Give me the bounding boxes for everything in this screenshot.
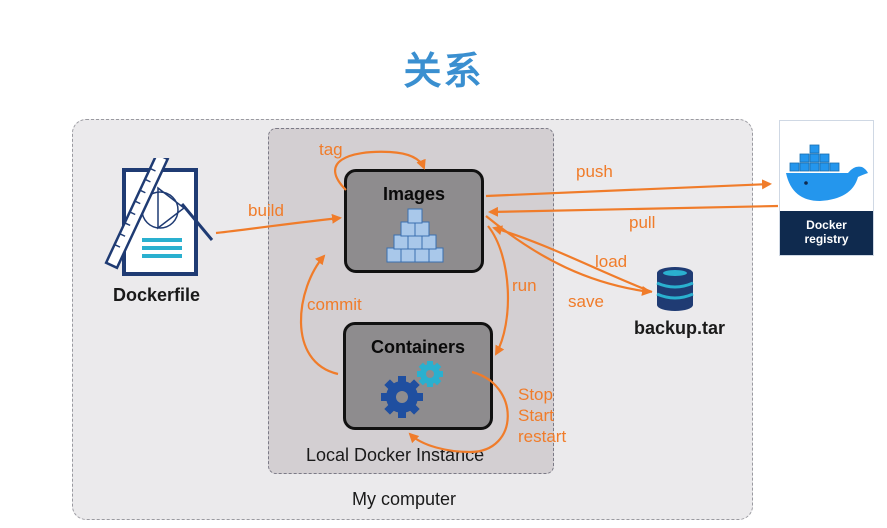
tag-label: tag <box>319 140 343 159</box>
lifecycle-arrow <box>408 370 509 454</box>
push-label: push <box>576 162 613 181</box>
restart-label: restart <box>518 427 567 446</box>
start-label: Start <box>518 406 554 425</box>
commit-label: commit <box>307 295 362 314</box>
push-arrow <box>485 179 772 198</box>
save-label: save <box>568 292 604 311</box>
pull-label: pull <box>629 213 656 232</box>
build-label: build <box>248 201 284 220</box>
run-arrow <box>487 225 510 356</box>
pull-arrow <box>488 204 779 217</box>
load-label: load <box>595 252 628 271</box>
stop-label: Stop <box>518 385 553 404</box>
commit-arrow <box>299 254 339 376</box>
run-label: run <box>512 276 537 295</box>
tag-arrow <box>334 150 426 191</box>
relationship-arrows <box>215 150 779 454</box>
